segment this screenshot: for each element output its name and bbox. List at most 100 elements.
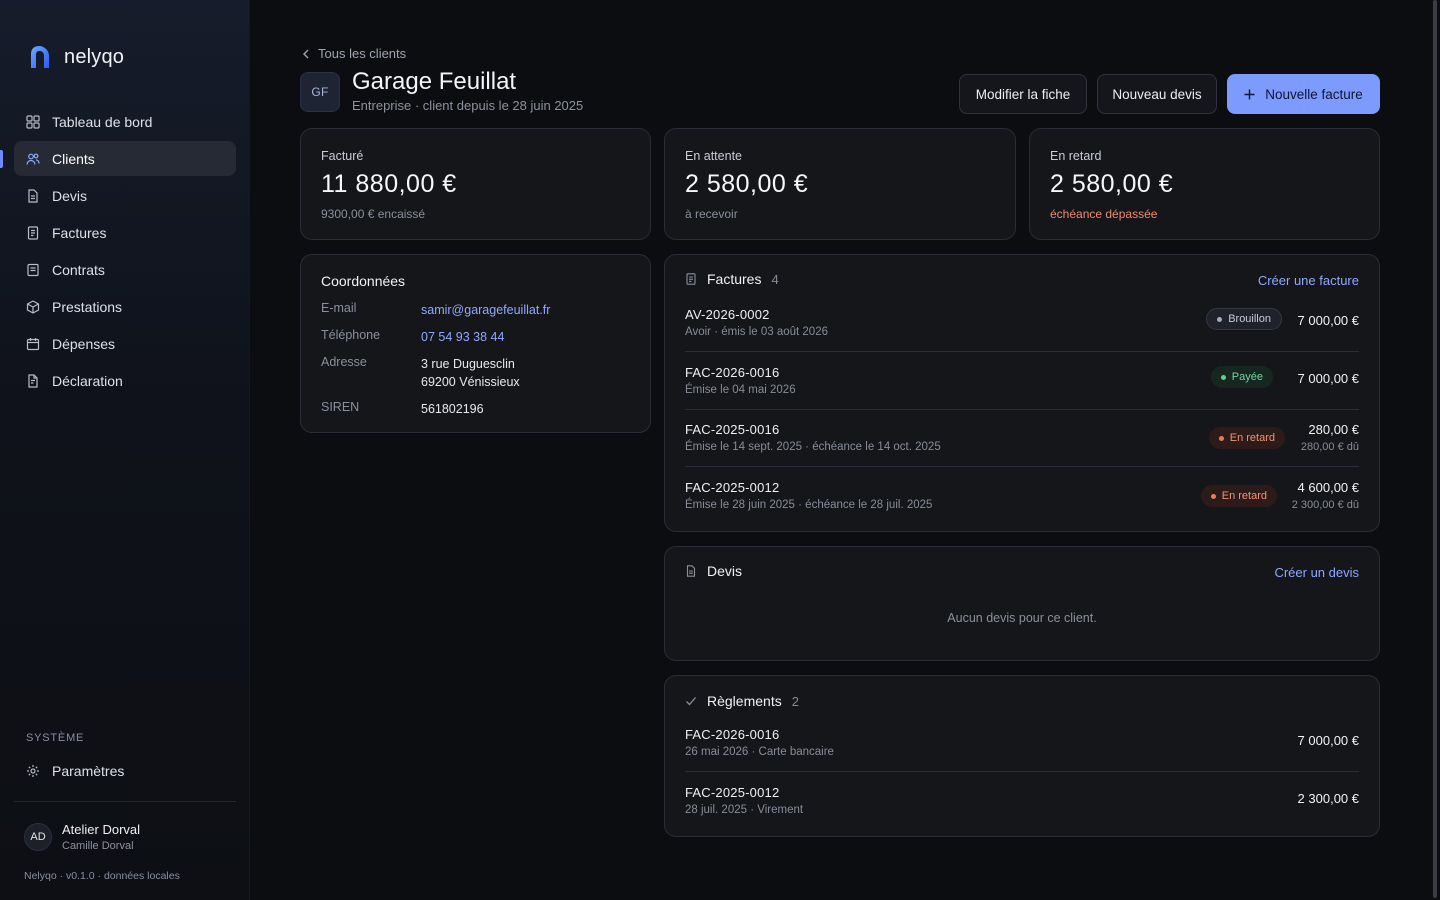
sidebar-nav: Tableau de bord Clients Devis Factures C… xyxy=(14,104,236,400)
sidebar-item-devis[interactable]: Devis xyxy=(14,178,236,213)
invoice-row[interactable]: AV-2026-0002 Avoir · émis le 03 août 202… xyxy=(685,307,1359,365)
back-link[interactable]: Tous les clients xyxy=(302,46,406,61)
active-nav-marker xyxy=(0,150,3,168)
box-icon xyxy=(26,299,40,314)
sidebar-item-label: Tableau de bord xyxy=(52,113,153,130)
invoice-id: AV-2026-0002 xyxy=(685,307,770,322)
user-name: Atelier Dorval xyxy=(62,822,141,837)
brand-name: nelyqo xyxy=(64,45,125,68)
payment-row[interactable]: FAC-2025-0012 28 juil. 2025 · Virement 2… xyxy=(685,785,1359,843)
back-link-label: Tous les clients xyxy=(318,46,407,61)
address-label: Adresse xyxy=(321,355,367,369)
system-section-label: SYSTÈME xyxy=(26,732,85,744)
stat-card-invoiced: Facturé 11 880,00 € 9300,00 € encaissé xyxy=(300,128,651,240)
settings-group: Paramètres xyxy=(14,753,236,790)
address-line-2: 69200 Vénissieux xyxy=(421,375,520,389)
sidebar-item-settings[interactable]: Paramètres xyxy=(14,753,236,788)
gear-icon xyxy=(26,764,40,778)
status-badge: Payée xyxy=(1210,366,1273,388)
coordinates-card: Coordonnées E-mail samir@garagefeuillat.… xyxy=(300,254,651,433)
phone-label: Téléphone xyxy=(321,328,381,342)
payment-row[interactable]: FAC-2026-0016 26 mai 2026 · Carte bancai… xyxy=(685,727,1359,785)
siren-value: 561802196 xyxy=(421,402,484,416)
avatar: AD xyxy=(24,823,52,851)
dashboard-icon xyxy=(26,114,40,129)
client-subtitle: Entreprise · client depuis le 28 juin 20… xyxy=(352,98,584,113)
invoices-card: Factures 4 Créer une facture AV-2026-000… xyxy=(664,254,1380,532)
invoice-row[interactable]: FAC-2026-0016 Émise le 04 mai 2026 Payée… xyxy=(685,365,1359,423)
new-devis-button[interactable]: Nouveau devis xyxy=(1097,74,1217,114)
status-badge: En retard xyxy=(1208,427,1285,449)
sidebar-item-clients[interactable]: Clients xyxy=(14,141,236,176)
devis-empty-state: Aucun devis pour ce client. xyxy=(947,611,1097,625)
sidebar-item-depenses[interactable]: Dépenses xyxy=(14,326,236,361)
invoice-row[interactable]: FAC-2025-0016 Émise le 14 sept. 2025 · é… xyxy=(685,422,1359,480)
create-invoice-link[interactable]: Créer une facture xyxy=(1258,273,1359,288)
devis-header: Devis xyxy=(685,563,742,579)
address-line-1: 3 rue Duguesclin xyxy=(421,357,515,371)
payments-card: Règlements 2 FAC-2026-0016 26 mai 2026 ·… xyxy=(664,675,1380,837)
user-sub: Camille Dorval xyxy=(62,840,134,852)
invoice-icon xyxy=(685,273,697,285)
payments-title: Règlements xyxy=(707,693,782,709)
invoice-id: FAC-2025-0016 xyxy=(685,422,780,437)
stat-note: 9300,00 € encaissé xyxy=(321,207,426,221)
sidebar-item-label: Factures xyxy=(52,224,107,241)
sidebar-divider xyxy=(14,801,236,802)
coordinates-title: Coordonnées xyxy=(321,273,406,289)
new-invoice-button[interactable]: Nouvelle facture xyxy=(1227,74,1380,114)
create-devis-link[interactable]: Créer un devis xyxy=(1274,565,1359,580)
calendar-icon xyxy=(26,337,40,351)
phone-link[interactable]: 07 54 93 38 44 xyxy=(421,328,641,346)
invoice-due: 280,00 € dû xyxy=(1300,441,1359,453)
edit-client-button[interactable]: Modifier la fiche xyxy=(959,74,1087,114)
row-divider xyxy=(685,466,1359,467)
sidebar-item-dashboard[interactable]: Tableau de bord xyxy=(14,104,236,139)
stat-value: 11 880,00 € xyxy=(321,170,457,198)
invoices-header: Factures 4 xyxy=(685,271,779,287)
app-version: Nelyqo · v0.1.0 · données locales xyxy=(24,870,180,882)
payment-sub: 28 juil. 2025 · Virement xyxy=(685,804,804,816)
document-icon xyxy=(685,565,697,577)
invoice-amount: 4 600,00 € xyxy=(1297,480,1359,495)
stat-note: échéance dépassée xyxy=(1050,207,1158,221)
payments-header: Règlements 2 xyxy=(685,693,799,709)
stat-value: 2 580,00 € xyxy=(1050,170,1174,198)
sidebar-item-contrats[interactable]: Contrats xyxy=(14,252,236,287)
devis-card: Devis Créer un devis Aucun devis pour ce… xyxy=(664,546,1380,661)
stat-label: Facturé xyxy=(321,149,364,163)
sidebar-item-declaration[interactable]: Déclaration xyxy=(14,363,236,398)
client-avatar: GF xyxy=(300,72,340,112)
sidebar: nelyqo Tableau de bord Clients Devis Fac… xyxy=(0,0,250,900)
sidebar-item-label: Prestations xyxy=(52,298,123,315)
payment-amount: 7 000,00 € xyxy=(1297,733,1359,748)
declaration-icon xyxy=(26,373,40,388)
status-label: Brouillon xyxy=(1228,313,1271,325)
status-badge: Brouillon xyxy=(1206,308,1282,330)
invoice-amount: 7 000,00 € xyxy=(1297,313,1359,328)
invoice-due: 2 300,00 € dû xyxy=(1291,499,1359,511)
invoices-count: 4 xyxy=(771,271,779,287)
chevron-left-icon xyxy=(303,49,309,58)
invoice-sub: Émise le 14 sept. 2025 · échéance le 14 … xyxy=(685,441,941,453)
row-divider xyxy=(685,771,1359,772)
check-icon xyxy=(685,695,697,707)
payment-amount: 2 300,00 € xyxy=(1297,791,1359,806)
sidebar-item-factures[interactable]: Factures xyxy=(14,215,236,250)
status-dot xyxy=(1218,435,1224,441)
invoice-sub: Avoir · émis le 03 août 2026 xyxy=(685,326,828,338)
sidebar-item-label: Contrats xyxy=(52,261,105,278)
status-label: En retard xyxy=(1229,432,1275,444)
user-profile[interactable]: AD Atelier Dorval Camille Dorval xyxy=(24,822,140,852)
status-dot xyxy=(1220,374,1226,380)
status-label: En retard xyxy=(1221,490,1267,502)
stat-card-late: En retard 2 580,00 € échéance dépassée xyxy=(1029,128,1380,240)
invoice-row[interactable]: FAC-2025-0012 Émise le 28 juin 2025 · éc… xyxy=(685,480,1359,538)
sidebar-item-prestations[interactable]: Prestations xyxy=(14,289,236,324)
payment-invoice-id: FAC-2026-0016 xyxy=(685,727,780,742)
sidebar-item-label: Clients xyxy=(52,150,95,167)
stat-label: En retard xyxy=(1050,149,1102,163)
email-link[interactable]: samir@garagefeuillat.fr xyxy=(421,301,641,319)
brand[interactable]: nelyqo xyxy=(28,44,124,70)
page-scrollbar[interactable] xyxy=(1433,0,1437,898)
